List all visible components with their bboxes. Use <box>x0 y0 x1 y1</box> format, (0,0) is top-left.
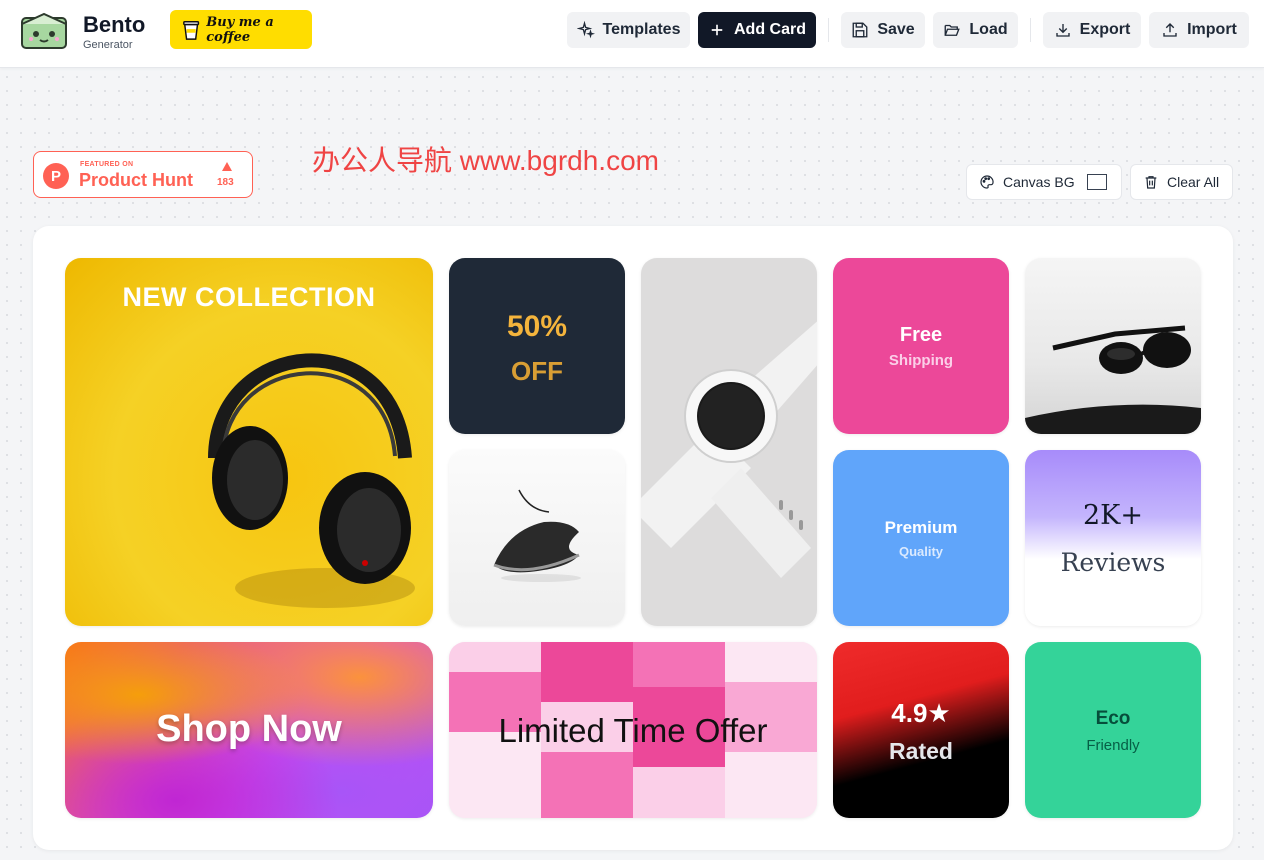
ph-featured-label: FEATURED ON <box>80 161 134 168</box>
card-eco-friendly[interactable]: Eco Friendly <box>1025 642 1201 818</box>
headphones-title: NEW COLLECTION <box>122 282 376 312</box>
card-headphones[interactable]: NEW COLLECTION <box>65 258 433 626</box>
templates-label: Templates <box>602 21 681 38</box>
export-button[interactable]: Export <box>1043 12 1141 48</box>
clear-all-label: Clear All <box>1167 174 1220 190</box>
save-button[interactable]: Save <box>841 12 925 48</box>
product-hunt-logo-icon: P <box>43 163 69 189</box>
sale-off: OFF <box>511 356 563 386</box>
watermark-text: 办公人导航 www.bgrdh.com <box>312 145 659 176</box>
product-hunt-badge[interactable]: P FEATURED ON Product Hunt 183 <box>33 151 253 198</box>
clear-all-button[interactable]: Clear All <box>1130 164 1233 200</box>
card-free-shipping[interactable]: Free Shipping <box>833 258 1009 434</box>
upvote-triangle-icon <box>222 162 232 171</box>
rating-value: 4.9★ <box>891 698 951 728</box>
download-icon <box>1055 24 1070 37</box>
friendly-label: Friendly <box>1086 737 1140 754</box>
coffee-cup-icon <box>183 20 200 40</box>
header-divider <box>1030 18 1031 42</box>
load-label: Load <box>969 21 1008 38</box>
trash-icon <box>1145 176 1157 189</box>
ph-upvote-count: 183 <box>217 177 234 188</box>
plus-icon <box>711 24 723 36</box>
load-button[interactable]: Load <box>933 12 1018 48</box>
limited-offer-label: Limited Time Offer <box>498 712 768 749</box>
sneaker-image <box>493 489 581 582</box>
free-label: Free <box>899 324 943 346</box>
add-card-label: Add Card <box>734 21 806 38</box>
sparkles-icon <box>576 21 595 39</box>
card-sunglasses[interactable] <box>1025 258 1201 434</box>
brand-subtitle: Generator <box>83 39 133 51</box>
card-sale[interactable]: 50% OFF <box>449 258 625 434</box>
card-limited-offer[interactable]: Limited Time Offer <box>449 642 817 818</box>
ph-name: Product Hunt <box>79 170 193 190</box>
header-divider <box>828 18 829 42</box>
watch-image <box>641 321 817 578</box>
card-rated[interactable]: 4.9★ Rated <box>833 642 1009 818</box>
app-header: Bento Generator Buy me a coffee Template… <box>0 0 1264 68</box>
canvas-bg-label: Canvas BG <box>1003 174 1075 190</box>
canvas-bg-button[interactable]: Canvas BG <box>966 164 1122 200</box>
add-card-button[interactable]: Add Card <box>698 12 816 48</box>
upload-icon <box>1163 23 1177 37</box>
premium-label: Premium <box>884 518 958 537</box>
headphones-image <box>208 353 415 608</box>
shop-now-label: Shop Now <box>156 708 342 750</box>
brand-title: Bento <box>83 12 146 37</box>
templates-button[interactable]: Templates <box>567 12 690 48</box>
folder-open-icon <box>944 24 961 36</box>
bento-canvas: NEW COLLECTION 50% OFF Free Shipping Pre… <box>33 226 1233 850</box>
card-premium-quality[interactable]: Premium Quality <box>833 450 1009 626</box>
reviews-count: 2K+ <box>1083 500 1143 531</box>
quality-label: Quality <box>898 544 944 559</box>
card-reviews[interactable]: 2K+ Reviews <box>1025 450 1201 626</box>
card-shop-now[interactable]: Shop Now <box>65 642 433 818</box>
buy-me-a-coffee-button[interactable]: Buy me a coffee <box>170 10 312 49</box>
shipping-label: Shipping <box>888 352 954 369</box>
card-watch[interactable] <box>641 258 817 626</box>
palette-icon <box>980 175 994 189</box>
canvas-color-swatch[interactable] <box>1087 174 1107 190</box>
coffee-label: Buy me a coffee <box>206 14 274 45</box>
save-label: Save <box>877 21 915 38</box>
sale-percent: 50% <box>506 310 568 343</box>
import-label: Import <box>1187 21 1237 38</box>
eco-label: Eco <box>1095 708 1131 729</box>
import-button[interactable]: Import <box>1149 12 1249 48</box>
export-label: Export <box>1079 21 1131 38</box>
sunglasses-image <box>1025 325 1201 434</box>
card-sneaker[interactable] <box>449 450 625 626</box>
reviews-label: Reviews <box>1060 548 1166 577</box>
rated-label: Rated <box>889 738 953 764</box>
bento-logo-icon[interactable] <box>18 10 70 50</box>
save-icon <box>852 22 868 38</box>
